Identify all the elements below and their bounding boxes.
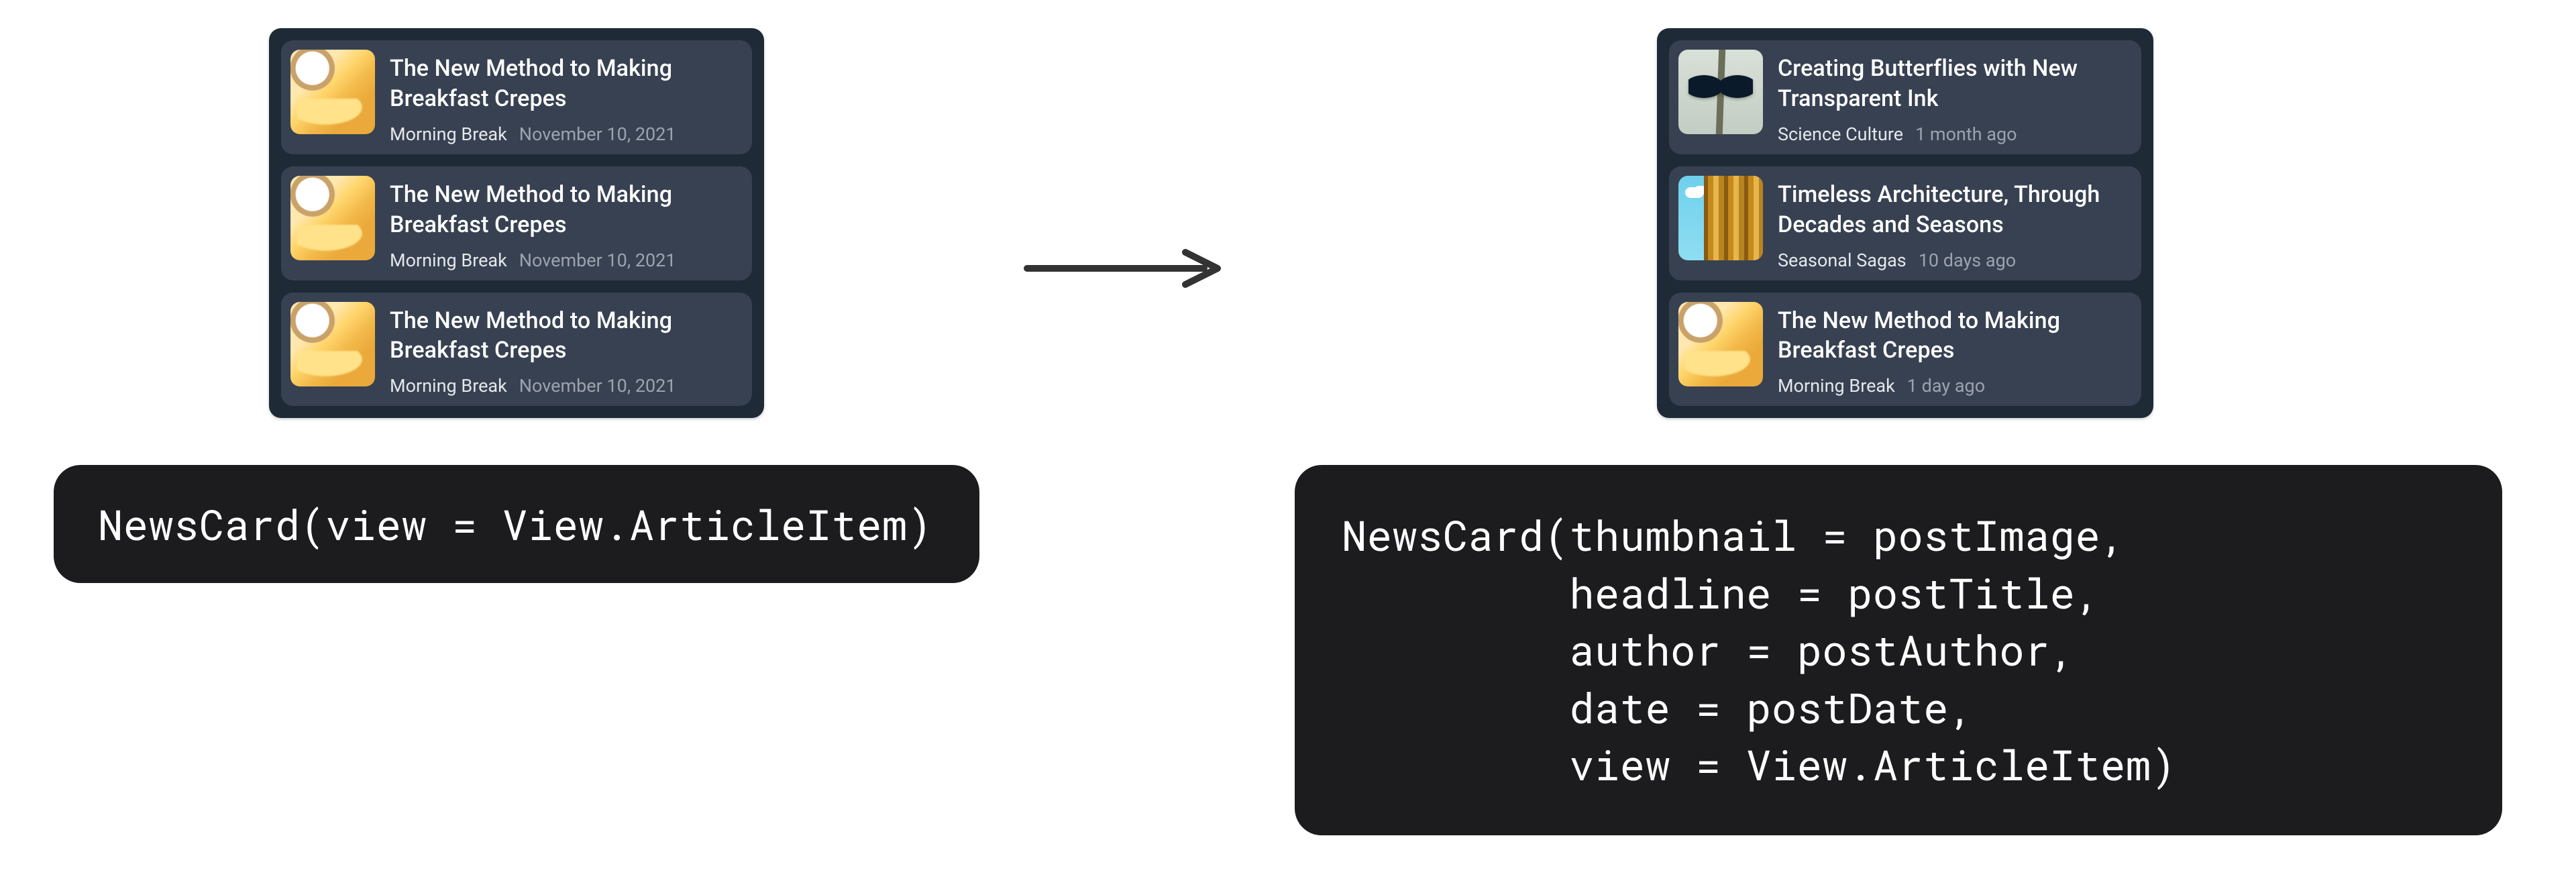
news-date: November 10, 2021 (519, 375, 676, 397)
news-card: The New Method to Making Breakfast Crepe… (281, 293, 752, 407)
news-thumbnail (290, 176, 375, 260)
news-headline: Timeless Architecture, Through Decades a… (1778, 180, 2129, 240)
news-card: The New Method to Making Breakfast Crepe… (281, 166, 752, 280)
news-author: Science Culture (1778, 123, 1903, 145)
news-date: 1 day ago (1907, 375, 1985, 397)
news-list-static: The New Method to Making Breakfast Crepe… (269, 28, 764, 418)
news-headline: Creating Butterflies with New Transparen… (1778, 54, 2129, 114)
news-card: Timeless Architecture, Through Decades a… (1669, 166, 2141, 280)
news-author: Morning Break (390, 123, 507, 145)
news-date: 10 days ago (1919, 250, 2016, 271)
news-headline: The New Method to Making Breakfast Crepe… (1778, 306, 2129, 366)
news-author: Morning Break (1778, 375, 1895, 397)
news-author: Morning Break (390, 250, 507, 271)
news-thumbnail (1678, 50, 1763, 134)
news-author: Seasonal Sagas (1778, 250, 1907, 271)
news-author: Morning Break (390, 375, 507, 397)
news-list-dynamic: Creating Butterflies with New Transparen… (1657, 28, 2153, 418)
news-thumbnail (290, 50, 375, 134)
news-date: November 10, 2021 (519, 123, 676, 145)
code-block-left: NewsCard(view = View.ArticleItem) (54, 465, 979, 583)
news-thumbnail (290, 302, 375, 386)
news-headline: The New Method to Making Breakfast Crepe… (390, 54, 740, 114)
news-card: The New Method to Making Breakfast Crepe… (1669, 293, 2141, 407)
arrow-icon (1023, 248, 1224, 291)
news-thumbnail (1678, 176, 1763, 260)
news-date: 1 month ago (1915, 123, 2017, 145)
code-block-right: NewsCard(thumbnail = postImage, headline… (1295, 465, 2502, 835)
news-card: The New Method to Making Breakfast Crepe… (281, 40, 752, 154)
news-headline: The New Method to Making Breakfast Crepe… (390, 306, 740, 366)
news-headline: The New Method to Making Breakfast Crepe… (390, 180, 740, 240)
news-date: November 10, 2021 (519, 250, 676, 271)
news-thumbnail (1678, 302, 1763, 386)
news-card: Creating Butterflies with New Transparen… (1669, 40, 2141, 154)
